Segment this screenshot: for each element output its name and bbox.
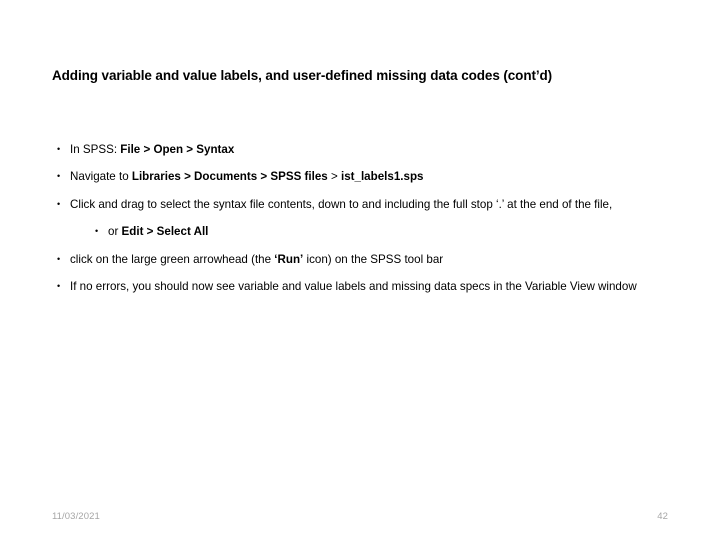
bullet-item: • click on the large green arrowhead (the…: [52, 252, 667, 267]
bullet-segment: >: [327, 170, 341, 184]
footer-page-number: 42: [657, 510, 668, 522]
bullet-segment-bold: Edit > Select All: [121, 224, 209, 238]
bullet-marker-icon: •: [57, 281, 61, 292]
presentation-slide: Adding variable and value labels, and us…: [0, 0, 720, 540]
bullet-segment: click on the large green arrowhead (the: [70, 253, 275, 267]
page-title: Adding variable and value labels, and us…: [52, 68, 553, 83]
bullet-segment: Click and drag to select the syntax file…: [70, 197, 613, 211]
bullet-item: • or Edit > Select All: [52, 224, 667, 239]
bullet-segment: If no errors, you should now see variabl…: [70, 280, 637, 294]
bullet-item: • Click and drag to select the syntax fil…: [52, 197, 667, 212]
bullet-segment-bold: File > Open > Syntax: [120, 143, 235, 156]
bullet-text: If no errors, you should now see variabl…: [70, 279, 667, 294]
bullet-marker-icon: •: [57, 171, 61, 182]
bullet-segment: icon) on the SPSS tool bar: [303, 253, 444, 267]
bullet-text: In SPSS: File > Open > Syntax: [70, 142, 667, 157]
bullet-marker-icon: •: [95, 225, 99, 236]
bullet-item: • If no errors, you should now see variab…: [52, 279, 667, 294]
bullet-item: • In SPSS: File > Open > Syntax: [52, 142, 667, 157]
slide-footer: 11/03/2021 42: [52, 508, 668, 524]
bullet-segment-bold: ‘Run’: [274, 253, 304, 267]
bullet-text: Click and drag to select the syntax file…: [70, 197, 667, 212]
bullet-marker-icon: •: [57, 144, 61, 154]
bullet-segment: Navigate to: [70, 170, 132, 184]
bullet-text: Navigate to Libraries > Documents > SPSS…: [70, 169, 667, 184]
bullet-segment: or: [108, 224, 122, 238]
bullet-text: or Edit > Select All: [108, 224, 667, 239]
bullet-marker-icon: •: [57, 254, 61, 265]
bullet-item: • Navigate to Libraries > Documents > SPS…: [52, 169, 667, 184]
bullet-segment-bold: ist_labels1.sps: [340, 170, 424, 184]
bullet-segment-bold: Libraries > Documents > SPSS files: [131, 170, 328, 184]
bullet-marker-icon: •: [57, 198, 61, 209]
footer-date: 11/03/2021: [52, 510, 100, 522]
bullet-segment: In SPSS:: [70, 143, 121, 156]
bullet-list: • In SPSS: File > Open > Syntax • Navigate …: [52, 142, 667, 295]
bullet-text: click on the large green arrowhead (the …: [70, 252, 667, 267]
